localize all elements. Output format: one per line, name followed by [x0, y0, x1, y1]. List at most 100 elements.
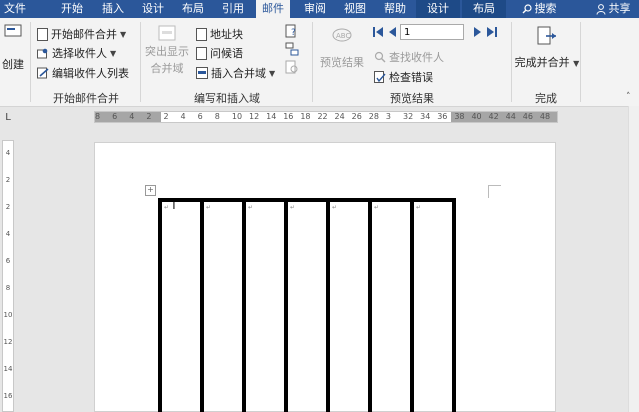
edit-recipient-list-label: 编辑收件人列表 [52, 67, 129, 80]
tab-layout[interactable]: 布局 [176, 0, 210, 18]
next-record-icon[interactable] [472, 26, 484, 38]
group-label-finish: 完成 [535, 92, 557, 105]
svg-text:ABC: ABC [336, 32, 350, 40]
search-box[interactable]: 搜索 [512, 0, 566, 18]
tab-insert[interactable]: 插入 [96, 0, 130, 18]
tab-references[interactable]: 引用 [216, 0, 250, 18]
insert-merge-field-label: 插入合并域 [211, 67, 266, 80]
group-separator [140, 22, 141, 102]
finish-merge-label: 完成并合并 [514, 56, 570, 69]
rules-icon[interactable]: ? [285, 24, 299, 38]
find-recipient-button[interactable]: 查找收件人 [374, 49, 444, 65]
tab-home[interactable]: 开始 [55, 0, 89, 18]
ruler-tick-label: 12 [3, 338, 13, 346]
create-button[interactable]: 创建 [2, 22, 24, 72]
preview-results-button[interactable]: ABC 预览结果 [316, 26, 368, 70]
select-recipients-button[interactable]: 选择收件人 ▼ [37, 45, 116, 61]
highlight-merge-fields-button[interactable]: 突出显示 合并域 [143, 24, 191, 76]
tab-design[interactable]: 设计 [136, 0, 170, 18]
horizontal-ruler[interactable]: 8 6 4 2 2 4 6 8 10 12 14 16 18 22 24 26 28 3 32 34 36 38 40 42 4… [94, 111, 558, 123]
start-mail-merge-label: 开始邮件合并 [51, 28, 117, 41]
last-record-icon[interactable] [486, 26, 498, 38]
ruler-tick-label: 12 [249, 112, 260, 121]
table-column-border[interactable] [158, 198, 162, 412]
tab-table-layout[interactable]: 布局 [462, 0, 506, 18]
check-errors-icon [374, 71, 386, 83]
table[interactable]: ↵ ↵ ↵ ↵ ↵ ↵ ↵ [158, 198, 456, 412]
tab-file[interactable]: 文件 [0, 0, 30, 18]
table-move-handle-icon[interactable]: + [145, 185, 156, 196]
create-label: 创建 [2, 58, 24, 71]
ruler-tick-label: 2 [163, 112, 169, 121]
ruler-tick-label: 34 [420, 112, 431, 121]
previous-record-icon[interactable] [386, 26, 398, 38]
tab-view[interactable]: 视图 [338, 0, 372, 18]
ruler-tick-label: 4 [5, 149, 11, 157]
recipients-icon [37, 48, 48, 59]
ruler-tick-label: 3 [385, 112, 391, 121]
table-column-border[interactable] [326, 198, 330, 412]
address-block-button[interactable]: 地址块 [196, 26, 243, 42]
edit-recipient-list-button[interactable]: 编辑收件人列表 [37, 65, 129, 81]
greeting-line-button[interactable]: 问候语 [196, 45, 243, 61]
ruler-tick-label: 2 [146, 112, 152, 121]
ruler-tick-label: 16 [283, 112, 294, 121]
check-errors-button[interactable]: 检查错误 [374, 69, 433, 85]
tab-help[interactable]: 帮助 [378, 0, 412, 18]
cell-end-mark: ↵ [416, 204, 422, 211]
insert-merge-field-button[interactable]: 插入合并域 ▼ [196, 65, 275, 81]
ruler-tick-label: 48 [539, 112, 551, 121]
collapse-ribbon-icon[interactable]: ˄ [626, 92, 631, 102]
ruler-tick-label: 8 [95, 112, 101, 121]
address-block-icon [196, 27, 207, 41]
table-column-border[interactable] [200, 198, 204, 412]
table-column-border[interactable] [368, 198, 372, 412]
tab-selector-icon[interactable]: L [2, 112, 14, 124]
cell-end-mark: ↵ [206, 204, 212, 211]
ruler-tick-label: 10 [3, 311, 13, 319]
ruler-tick-label: 4 [5, 230, 11, 238]
margin-corner-mark [488, 185, 501, 198]
finish-merge-icon [537, 26, 556, 45]
rules-tools: ? [285, 24, 299, 74]
ruler-tick-label: 4 [129, 112, 135, 121]
start-mail-merge-button[interactable]: 开始邮件合并 ▼ [37, 26, 126, 42]
cell-end-mark: ↵ [164, 204, 170, 211]
vertical-scrollbar[interactable] [628, 106, 639, 412]
ruler-tick-label: 42 [488, 112, 499, 121]
ruler-tick-label: 2 [5, 176, 11, 184]
ruler-tick-label: 40 [471, 112, 482, 121]
preview-results-label: 预览结果 [320, 56, 364, 69]
tab-review[interactable]: 审阅 [298, 0, 332, 18]
search-label: 搜索 [534, 2, 557, 15]
finish-merge-button[interactable]: 完成并合并 ▼ [515, 26, 579, 70]
ruler-tick-label: 22 [317, 112, 328, 121]
cell-end-mark: ↵ [248, 204, 254, 211]
ruler-tick-label: 32 [403, 112, 414, 121]
check-errors-label: 检查错误 [389, 71, 433, 84]
ruler-tick-label: 10 [231, 112, 243, 121]
ruler-tick-label: 46 [522, 112, 533, 121]
first-record-icon[interactable] [372, 26, 384, 38]
tab-table-design[interactable]: 设计 [416, 0, 460, 18]
person-icon [596, 3, 605, 15]
update-labels-icon[interactable] [285, 60, 299, 74]
table-column-border[interactable] [284, 198, 288, 412]
ruler-tick-label: 26 [351, 112, 362, 121]
table-column-border[interactable] [452, 198, 456, 412]
group-label-start-merge: 开始邮件合并 [53, 92, 119, 105]
share-button[interactable]: 共享 [588, 0, 638, 18]
vertical-ruler[interactable]: 4 2 2 4 6 8 10 12 14 16 [2, 140, 14, 412]
ruler-tick-label: 6 [112, 112, 118, 121]
match-fields-icon[interactable] [285, 42, 299, 56]
find-recipient-label: 查找收件人 [389, 51, 444, 64]
ruler-tick-label: 6 [197, 112, 203, 121]
record-number-input[interactable] [400, 24, 464, 40]
table-column-border[interactable] [242, 198, 246, 412]
ruler-tick-label: 18 [300, 112, 311, 121]
ruler-tick-label: 36 [437, 112, 448, 121]
ruler-tick-label: 14 [3, 365, 13, 373]
ruler-tick-label: 6 [5, 257, 11, 265]
table-column-border[interactable] [410, 198, 414, 412]
tab-mailings[interactable]: 邮件 [256, 0, 290, 18]
